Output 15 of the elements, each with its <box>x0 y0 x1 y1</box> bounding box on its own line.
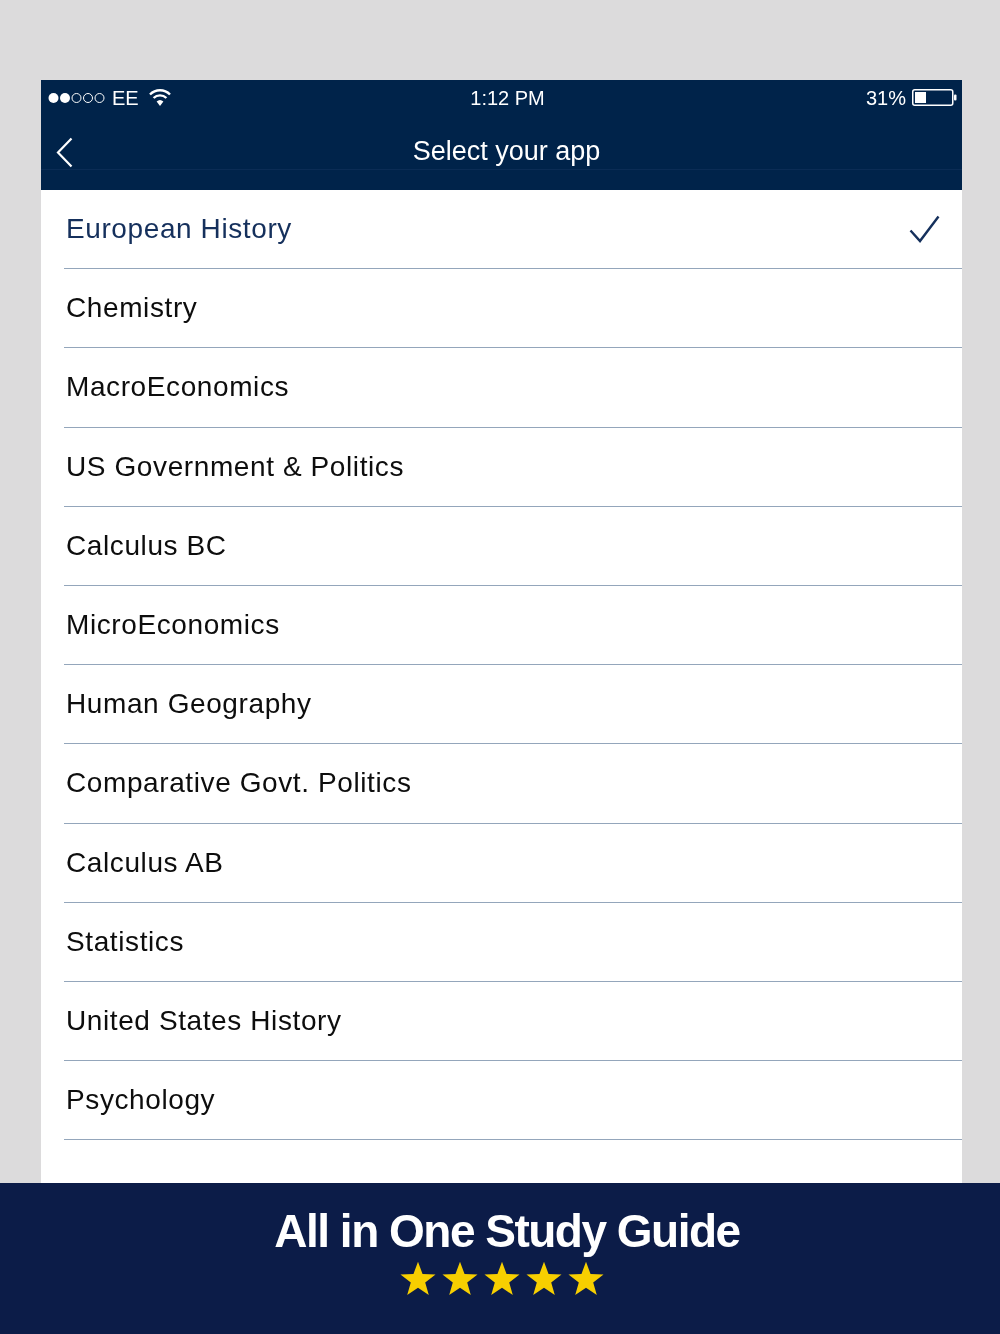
banner-title: All in One Study Guide <box>274 1207 740 1256</box>
star-icon <box>399 1261 437 1298</box>
star-icon <box>483 1261 521 1298</box>
wifi-icon <box>148 89 171 106</box>
checkmark-icon <box>909 215 940 244</box>
status-time: 1:12 PM <box>470 87 545 108</box>
battery-icon <box>912 89 957 106</box>
battery-percent: 31% <box>866 87 906 108</box>
carrier-name: EE <box>112 87 139 108</box>
star-icon <box>567 1261 605 1298</box>
signal-strength-icon <box>48 91 106 104</box>
star-icon <box>525 1261 563 1298</box>
chevron-left-icon <box>55 136 73 168</box>
star-icon <box>441 1261 479 1298</box>
nav-title: Select your app <box>412 135 601 167</box>
